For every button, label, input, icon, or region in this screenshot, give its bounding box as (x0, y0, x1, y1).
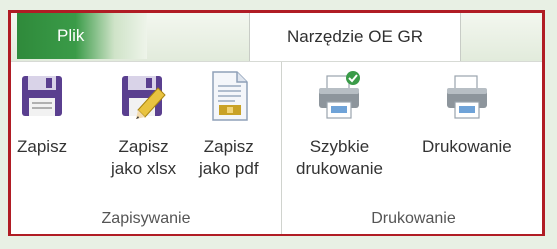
group-zapisywanie: Zapisz Zapisz jako xlsx Zapisz jako pdf … (11, 62, 282, 234)
quick-print-label: Szybkie drukowanie (296, 137, 383, 178)
floppy-disk-pencil-icon (120, 70, 168, 122)
save-as-pdf-button[interactable]: Zapisz jako pdf (199, 70, 259, 180)
save-as-xlsx-button[interactable]: Zapisz jako xlsx (111, 70, 176, 180)
quick-print-button[interactable]: Szybkie drukowanie (296, 70, 383, 180)
ribbon-panel: Zapisz Zapisz jako xlsx Zapisz jako pdf … (11, 61, 542, 234)
tab-narzedzie-oe-gr[interactable]: Narzędzie OE GR (249, 13, 461, 61)
tab-active-label: Narzędzie OE GR (286, 27, 424, 46)
floppy-disk-icon (18, 70, 66, 122)
save-button[interactable]: Zapisz (17, 70, 67, 158)
printer-check-icon (315, 70, 363, 122)
group-label-zapisywanie: Zapisywanie (101, 210, 191, 227)
printer-icon (443, 70, 491, 122)
ribbon-frame: Plik Narzędzie OE GR Zapisz Zapisz jako … (8, 10, 545, 236)
save-as-pdf-label: Zapisz jako pdf (199, 137, 259, 178)
group-drukowanie: Szybkie drukowanie Drukowanie Drukowanie (282, 62, 545, 234)
tab-bar: Plik Narzędzie OE GR (11, 13, 542, 61)
group-label-drukowanie: Drukowanie (371, 210, 456, 227)
print-label: Drukowanie (422, 137, 512, 156)
save-as-xlsx-label: Zapisz jako xlsx (111, 137, 177, 178)
save-button-label: Zapisz (17, 137, 68, 156)
tab-file-label: Plik (57, 26, 85, 45)
print-button[interactable]: Drukowanie (422, 70, 512, 158)
document-icon (205, 70, 253, 122)
tab-file[interactable]: Plik (17, 13, 147, 59)
